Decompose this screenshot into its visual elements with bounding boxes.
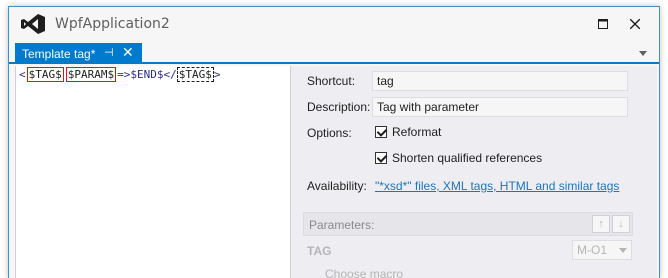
tab-close-icon[interactable]: ✕ (122, 44, 134, 61)
parameter-order-value: M-O1 (577, 243, 607, 257)
template-properties-panel: Shortcut: tag Description: Tag with para… (297, 66, 657, 278)
choose-macro-link[interactable]: Choose macro (325, 267, 403, 278)
param-placeholder[interactable]: $PARAM$ (65, 67, 117, 82)
shorten-references-label: Shorten qualified references (392, 151, 543, 165)
availability-label: Availability: (307, 179, 367, 193)
shorten-references-option[interactable]: Shorten qualified references (375, 151, 542, 165)
pin-icon[interactable]: ⊣ (104, 46, 114, 59)
description-label: Description: (307, 100, 371, 114)
main-window: WpfApplication2 Template tag* ⊣ ✕ < $TAG$… (8, 6, 660, 278)
document-tab-strip: Template tag* ⊣ ✕ (9, 41, 659, 64)
parameter-name: TAG (307, 244, 332, 258)
code-close-bracket: > (213, 68, 221, 81)
template-code-line: < $TAG$ $PARAM$ =>$END$</$TAG$ > (19, 67, 221, 82)
maximize-button[interactable] (592, 13, 614, 35)
reformat-label: Reformat (392, 125, 442, 139)
maximize-icon (598, 19, 608, 29)
window-title: WpfApplication2 (55, 16, 170, 32)
parameters-header: Parameters: ↑ ↓ (303, 212, 633, 236)
chevron-down-icon (619, 248, 627, 253)
arrow-down-icon: ↓ (618, 218, 624, 230)
reformat-checkbox[interactable] (375, 126, 387, 138)
tab-template-tag[interactable]: Template tag* ⊣ ✕ (15, 43, 142, 64)
code-middle: => (117, 68, 131, 81)
template-editor[interactable]: < $TAG$ $PARAM$ =>$END$</$TAG$ > (15, 66, 291, 278)
description-input[interactable]: Tag with parameter (372, 97, 628, 117)
arrow-up-icon: ↑ (598, 218, 604, 230)
tag-placeholder[interactable]: $TAG$ (26, 67, 64, 82)
close-button[interactable] (624, 13, 646, 35)
availability-link[interactable]: "*xsd*" files, XML tags, HTML and simila… (375, 179, 619, 193)
tag-mirror-placeholder[interactable]: $TAG$ (176, 67, 214, 82)
tab-label: Template tag* (22, 46, 96, 61)
title-bar: WpfApplication2 (9, 7, 659, 41)
reformat-option[interactable]: Reformat (375, 125, 441, 139)
visual-studio-logo-icon (21, 14, 45, 34)
parameter-order-select[interactable]: M-O1 (572, 240, 632, 260)
shortcut-label: Shortcut: (307, 74, 356, 88)
move-up-button[interactable]: ↑ (592, 215, 610, 233)
parameters-label: Parameters: (309, 218, 375, 232)
code-close-open-bracket: </ (163, 68, 177, 81)
end-token: $END$ (130, 68, 164, 81)
shorten-references-checkbox[interactable] (375, 152, 387, 164)
tab-overflow-dropdown-icon[interactable] (639, 51, 647, 56)
code-open-bracket: < (19, 68, 26, 81)
shortcut-input[interactable]: tag (372, 71, 628, 91)
options-label: Options: (307, 126, 352, 140)
move-down-button[interactable]: ↓ (612, 215, 630, 233)
close-icon (630, 19, 640, 29)
